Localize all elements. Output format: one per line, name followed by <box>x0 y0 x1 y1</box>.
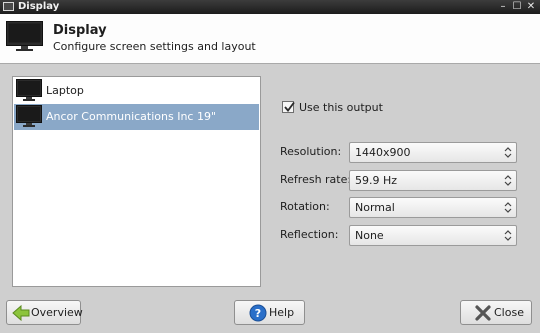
refresh-rate-label: Refresh rate: <box>280 173 352 186</box>
checkbox-check-icon <box>284 101 295 112</box>
close-icon <box>475 305 491 321</box>
output-item-laptop[interactable]: Laptop <box>14 78 259 104</box>
monitor-icon <box>16 79 42 101</box>
header-title: Display <box>53 23 107 38</box>
refresh-rate-select[interactable]: 59.9 Hz <box>349 170 517 191</box>
combo-arrows-icon <box>504 175 512 186</box>
resolution-select[interactable]: 1440x900 <box>349 142 517 163</box>
overview-button[interactable]: Overview <box>6 300 83 325</box>
combo-arrows-icon <box>504 202 512 213</box>
combo-arrows-icon <box>504 147 512 158</box>
maximize-icon[interactable]: ☐ <box>511 1 523 13</box>
rotation-label: Rotation: <box>280 200 330 213</box>
output-item-ancor[interactable]: Ancor Communications Inc 19" <box>14 104 259 130</box>
help-button-label: Help <box>269 306 295 319</box>
close-window-icon[interactable]: ✕ <box>525 1 537 13</box>
close-button[interactable]: Close <box>460 300 532 325</box>
overview-arrow-icon <box>12 304 30 322</box>
app-icon <box>3 2 14 11</box>
output-label: Laptop <box>46 84 84 97</box>
monitor-icon <box>16 105 42 127</box>
rotation-select[interactable]: Normal <box>349 197 517 218</box>
minimize-icon[interactable]: – <box>497 1 509 13</box>
rotation-value: Normal <box>355 201 395 214</box>
header-subtitle: Configure screen settings and layout <box>53 40 256 53</box>
reflection-label: Reflection: <box>280 228 339 241</box>
resolution-label: Resolution: <box>280 145 342 158</box>
reflection-select[interactable]: None <box>349 225 517 246</box>
combo-arrows-icon <box>504 230 512 241</box>
help-button[interactable]: ? Help <box>234 300 305 325</box>
reflection-value: None <box>355 229 384 242</box>
outputs-list[interactable]: Laptop Ancor Communications Inc 19" <box>12 76 261 287</box>
window-title: Display <box>18 1 60 12</box>
refresh-rate-value: 59.9 Hz <box>355 174 398 187</box>
resolution-value: 1440x900 <box>355 146 411 159</box>
window-titlebar[interactable]: Display – ☐ ✕ <box>0 0 540 14</box>
dialog-header: Display Configure screen settings and la… <box>0 14 540 64</box>
overview-button-label: Overview <box>31 306 83 319</box>
help-icon: ? <box>249 304 267 322</box>
svg-text:?: ? <box>255 307 261 320</box>
monitor-icon <box>6 21 43 51</box>
output-label: Ancor Communications Inc 19" <box>46 110 217 123</box>
use-output-checkbox[interactable] <box>282 101 295 113</box>
use-output-label[interactable]: Use this output <box>299 101 383 114</box>
close-button-label: Close <box>494 306 524 319</box>
